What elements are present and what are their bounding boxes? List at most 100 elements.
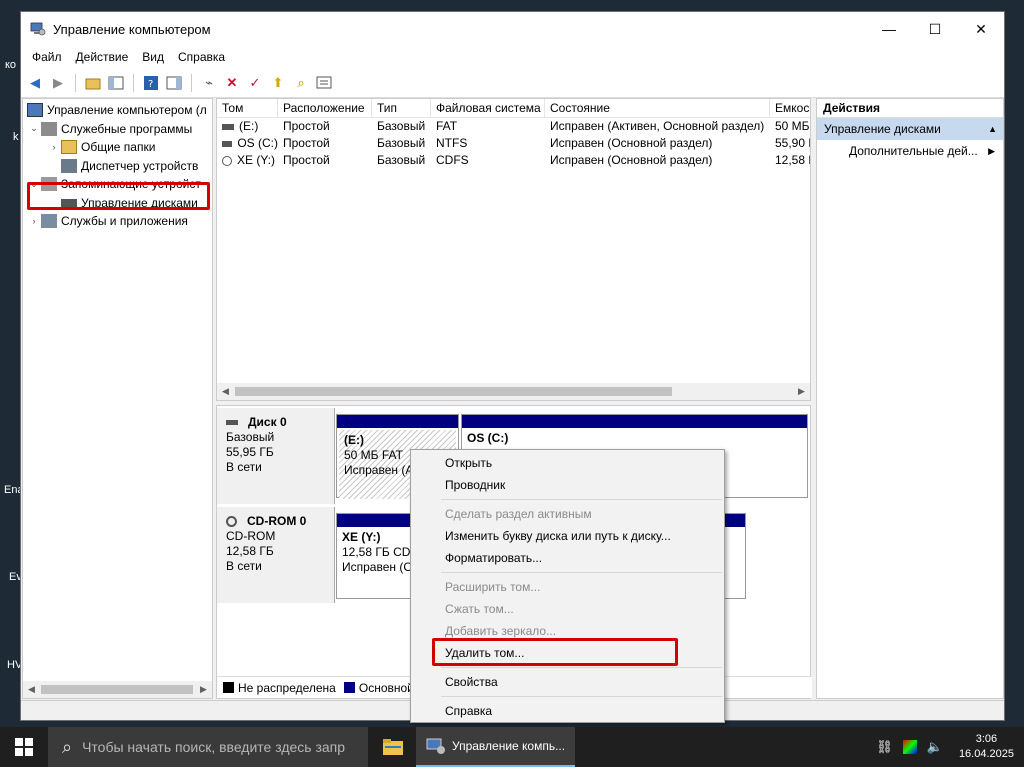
volume-icon[interactable]: 🔈 <box>927 739 943 755</box>
toolbar-separator <box>75 73 76 92</box>
expand-icon[interactable]: › <box>47 142 61 152</box>
menu-bar: Файл Действие Вид Справка <box>21 46 1004 68</box>
legend-primary-label: Основной <box>358 680 414 695</box>
legend-swatch-unallocated <box>223 682 234 693</box>
table-cell: Простой <box>283 119 330 133</box>
shared-folder-icon <box>61 140 77 155</box>
cell-text: (E:) <box>239 119 259 133</box>
menu-separator <box>441 572 722 573</box>
cdrom-0-info[interactable]: CD-ROM 0 CD-ROM 12,58 ГБ В сети <box>217 507 335 603</box>
tree-item-computer-management[interactable]: Управление компьютером (л <box>23 101 212 120</box>
more-actions-item[interactable]: Дополнительные дей... ▶ <box>817 140 1003 162</box>
volume-list: Том Расположение Тип Файловая система Со… <box>216 98 811 401</box>
tree-item-shared-folders[interactable]: › Общие папки <box>23 138 212 157</box>
close-button[interactable]: ✕ <box>958 12 1004 46</box>
disk-0-info[interactable]: Диск 0 Базовый 55,95 ГБ В сети <box>217 408 335 504</box>
scroll-left-icon[interactable]: ◀ <box>217 386 234 397</box>
scroll-right-icon[interactable]: ▶ <box>195 684 212 695</box>
scroll-right-icon[interactable]: ▶ <box>793 386 810 397</box>
partition-bar <box>462 415 807 428</box>
tree-item-device-manager[interactable]: Диспетчер устройств <box>23 157 212 176</box>
column-header[interactable]: Состояние <box>545 99 770 117</box>
scroll-left-icon[interactable]: ◀ <box>23 684 40 695</box>
table-cell: Базовый <box>377 153 426 167</box>
table-cell: Исправен (Основной раздел) <box>550 136 713 150</box>
properties-icon[interactable] <box>314 73 334 93</box>
menu-item-properties[interactable]: Свойства <box>411 671 724 693</box>
taskbar-app-label: Управление компь... <box>452 739 566 753</box>
disk-status: В сети <box>226 559 262 573</box>
show-action-pane-icon[interactable] <box>164 73 184 93</box>
clock-date: 16.04.2025 <box>958 748 1014 760</box>
drive-icon <box>222 140 233 147</box>
show-hide-tree-icon[interactable] <box>106 73 126 93</box>
table-cell: 55,90 Г <box>775 136 810 150</box>
disk-size: 12,58 ГБ <box>226 544 274 558</box>
column-header[interactable]: Расположение <box>278 99 372 117</box>
search-placeholder: Чтобы начать поиск, введите здесь запр <box>82 739 346 755</box>
tree-item-services-apps[interactable]: › Службы и приложения <box>23 212 212 231</box>
delete-icon[interactable]: ✕ <box>222 73 242 93</box>
tree-item-system-tools[interactable]: ⌄ Служебные программы <box>23 120 212 139</box>
taskbar-search[interactable]: ⌕ Чтобы начать поиск, введите здесь запр <box>48 727 368 767</box>
list-horizontal-scrollbar[interactable]: ◀ ▶ <box>217 383 810 400</box>
actions-header: Действия <box>817 99 1003 118</box>
menu-view[interactable]: Вид <box>135 50 171 64</box>
tree-item-label: Службы и приложения <box>61 214 188 229</box>
menu-item-open[interactable]: Открыть <box>411 452 724 474</box>
taskbar-computer-management[interactable]: Управление компь... <box>416 727 576 767</box>
menu-item-explore[interactable]: Проводник <box>411 474 724 496</box>
column-header[interactable]: Файловая система <box>431 99 545 117</box>
search-icon: ⌕ <box>62 736 73 757</box>
table-row[interactable]: (E:) Простой Базовый FAT Исправен (Актив… <box>217 118 810 135</box>
network-icon[interactable]: ⛓ <box>876 739 893 755</box>
collapse-icon[interactable]: ▲ <box>988 118 997 140</box>
expand-icon[interactable]: › <box>27 216 41 226</box>
scroll-thumb[interactable] <box>41 685 193 694</box>
table-cell: (E:) <box>217 118 278 135</box>
legend-swatch-primary <box>343 682 355 693</box>
partition-title: OS (C:) <box>467 431 509 445</box>
menu-item-format[interactable]: Форматировать... <box>411 547 724 569</box>
up-folder-icon[interactable] <box>83 73 103 93</box>
search-icon[interactable]: ⌕ <box>291 73 311 93</box>
clock[interactable]: 3:06 16.04.2025 <box>959 732 1014 762</box>
tree-horizontal-scrollbar[interactable]: ◀ ▶ <box>23 681 212 698</box>
column-header[interactable]: Емкос <box>770 99 810 117</box>
menu-action[interactable]: Действие <box>69 50 136 64</box>
color-app-icon[interactable] <box>902 740 917 754</box>
menu-item-shrink: Сжать том... <box>445 602 514 616</box>
title-bar[interactable]: Управление компьютером — ☐ ✕ <box>21 12 1004 46</box>
forward-icon[interactable]: ▶ <box>48 73 68 93</box>
help-icon[interactable]: ? <box>141 73 161 93</box>
window-title: Управление компьютером <box>53 21 211 37</box>
maximize-button[interactable]: ☐ <box>912 12 958 46</box>
table-row[interactable]: XE (Y:) Простой Базовый CDFS Исправен (О… <box>217 152 810 169</box>
table-row[interactable]: OS (C:) Простой Базовый NTFS Исправен (О… <box>217 135 810 152</box>
connect-icon[interactable]: ⌁ <box>199 73 219 93</box>
menu-item-change-letter[interactable]: Изменить букву диска или путь к диску... <box>411 525 724 547</box>
check-icon[interactable]: ✓ <box>245 73 265 93</box>
table-cell: 50 МБ <box>775 119 810 133</box>
menu-help[interactable]: Справка <box>171 50 232 64</box>
minimize-button[interactable]: — <box>866 12 912 46</box>
disk-name: Диск 0 <box>248 415 287 429</box>
taskbar-file-explorer[interactable] <box>370 727 416 767</box>
table-cell: OS (C:) <box>217 135 278 152</box>
legend-unallocated-label: Не распределена <box>238 680 336 695</box>
column-header[interactable]: Том <box>217 99 278 117</box>
menu-separator <box>441 499 722 500</box>
expand-icon[interactable]: ⌄ <box>27 123 41 134</box>
menu-item-help[interactable]: Справка <box>411 700 724 722</box>
start-button[interactable] <box>0 727 48 767</box>
volume-list-header: Том Расположение Тип Файловая система Со… <box>217 99 810 118</box>
menu-file[interactable]: Файл <box>25 50 69 64</box>
scroll-thumb[interactable] <box>235 387 672 396</box>
up-arrow-folder-icon[interactable]: ⬆ <box>268 73 288 93</box>
back-icon[interactable]: ◀ <box>25 73 45 93</box>
disk-icon <box>226 420 238 425</box>
column-header[interactable]: Тип <box>372 99 431 117</box>
actions-section-disk-management[interactable]: Управление дисками ▲ <box>817 118 1003 140</box>
table-cell: Базовый <box>377 136 426 150</box>
highlight-frame <box>432 638 678 666</box>
